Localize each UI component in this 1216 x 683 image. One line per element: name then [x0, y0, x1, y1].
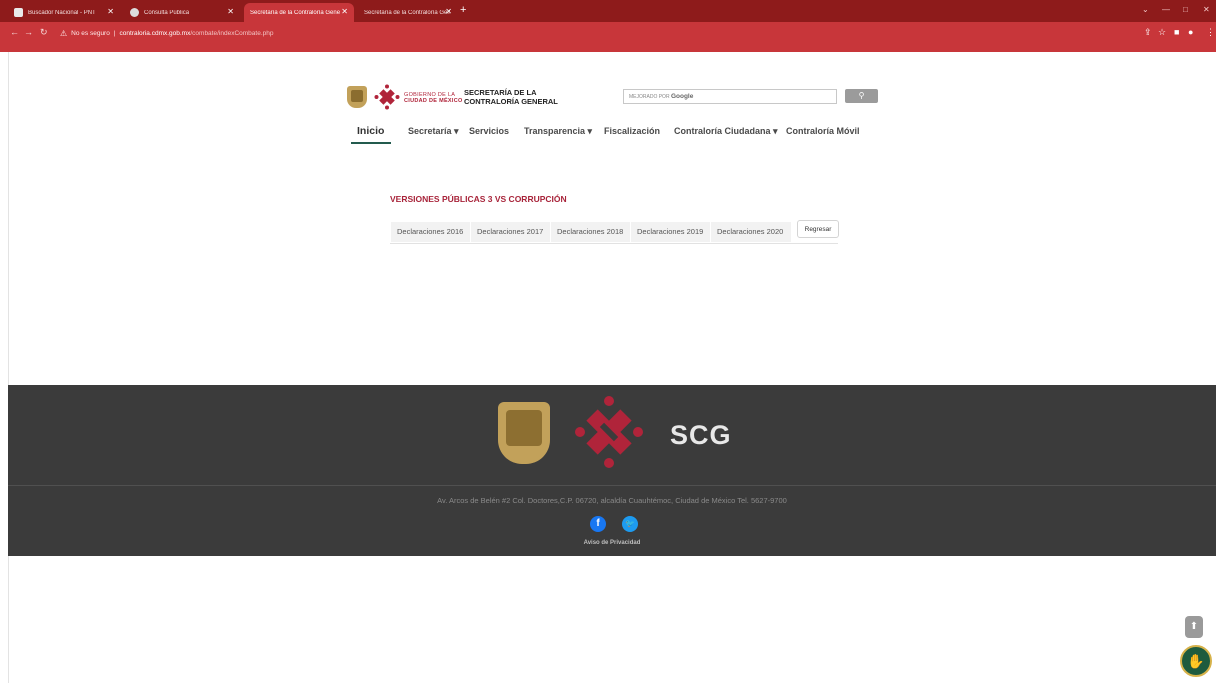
nav-transparencia[interactable]: Transparencia ▾	[524, 126, 592, 137]
tabs-divider	[390, 243, 838, 244]
search-icon: ⚲	[858, 91, 865, 100]
gobierno-cdmx-text: GOBIERNO DE LA CIUDAD DE MÉXICO	[404, 92, 463, 104]
menu-dots-icon[interactable]: ⋮	[1206, 27, 1215, 38]
dropdown-caret-icon: ▾	[585, 126, 593, 136]
back-icon[interactable]: ←	[10, 27, 19, 37]
close-tab-icon[interactable]: ✕	[227, 7, 234, 16]
browser-tab-bar: Buscador Nacional - PNT ✕ Consulta Públi…	[0, 0, 1216, 22]
extension-icon[interactable]: ■	[1174, 27, 1179, 37]
reload-icon[interactable]: ↻	[40, 27, 48, 38]
close-tab-icon[interactable]: ✕	[445, 7, 452, 16]
cdmx-x-logo-icon	[575, 396, 643, 468]
maximize-icon[interactable]: □	[1183, 5, 1188, 14]
forward-icon[interactable]: →	[24, 27, 33, 37]
profile-avatar-icon[interactable]: ●	[1188, 27, 1193, 37]
tab-declaraciones-2018[interactable]: Declaraciones 2018	[551, 222, 630, 242]
new-tab-icon[interactable]: +	[460, 4, 466, 16]
secretaria-title: SECRETARÍA DE LA CONTRALORÍA GENERAL	[464, 88, 558, 106]
browser-tab[interactable]: Secretaría de la Contraloría Gene ✕	[358, 3, 456, 22]
nav-secretaria[interactable]: Secretaría ▾	[408, 126, 459, 137]
tab-declaraciones-2019[interactable]: Declaraciones 2019	[631, 222, 710, 242]
regresar-button[interactable]: Regresar	[797, 220, 839, 238]
globe-favicon-icon	[130, 8, 139, 17]
search-button[interactable]: ⚲	[845, 89, 878, 103]
twitter-icon[interactable]: 🐦	[622, 516, 638, 532]
nav-active-indicator	[351, 142, 391, 144]
footer-divider	[8, 485, 1216, 486]
share-icon[interactable]: ⇪	[1144, 27, 1152, 38]
nav-servicios[interactable]: Servicios	[469, 126, 509, 136]
footer-address: Av. Arcos de Belén #2 Col. Doctores,C.P.…	[437, 496, 787, 505]
address-bar: ← → ↻ ⚠ No es seguro | contraloria.cdmx.…	[0, 22, 1216, 44]
dropdown-caret-icon: ▾	[770, 126, 778, 136]
nav-fiscalizacion[interactable]: Fiscalización	[604, 126, 660, 136]
browser-strip	[0, 44, 1216, 52]
minimize-icon[interactable]: —	[1162, 5, 1170, 14]
hand-icon: ✋	[1187, 653, 1205, 669]
cdmx-x-logo-icon	[374, 84, 400, 110]
pnt-favicon-icon	[14, 8, 23, 17]
browser-tab-active[interactable]: Secretaría de la Contraloría Gene ✕	[244, 3, 354, 22]
facebook-icon[interactable]: f	[590, 516, 606, 532]
dropdown-caret-icon: ▾	[451, 126, 459, 136]
accessibility-button[interactable]: ✋	[1180, 645, 1212, 677]
page-title: VERSIONES PÚBLICAS 3 VS CORRUPCIÓN	[390, 194, 567, 204]
site-search-input[interactable]: MEJORADO POR Google	[623, 89, 837, 104]
privacy-link[interactable]: Aviso de Privacidad	[8, 540, 1216, 546]
tab-declaraciones-2017[interactable]: Declaraciones 2017	[471, 222, 550, 242]
tab-declaraciones-2020[interactable]: Declaraciones 2020	[711, 222, 791, 242]
browser-tab[interactable]: Consulta Pública ✕	[124, 3, 240, 22]
scroll-top-button[interactable]: ⬆	[1185, 616, 1203, 638]
close-window-icon[interactable]: ✕	[1203, 5, 1210, 14]
page-border	[8, 52, 9, 683]
nav-inicio[interactable]: Inicio	[357, 125, 384, 137]
warning-icon: ⚠	[60, 28, 68, 38]
tab-declaraciones-2016[interactable]: Declaraciones 2016	[391, 222, 470, 242]
nav-contraloria-movil[interactable]: Contraloría Móvil	[786, 126, 860, 136]
cdmx-coat-of-arms-icon	[498, 402, 550, 464]
tab-search-icon[interactable]: ⌄	[1142, 5, 1149, 14]
cdmx-coat-of-arms-icon	[347, 86, 367, 108]
nav-contraloria-ciudadana[interactable]: Contraloría Ciudadana ▾	[674, 126, 778, 137]
close-tab-icon[interactable]: ✕	[107, 7, 114, 16]
bookmark-star-icon[interactable]: ☆	[1158, 27, 1166, 38]
scg-wordmark: SCG	[670, 420, 732, 450]
url-field[interactable]: ⚠ No es seguro | contraloria.cdmx.gob.mx…	[60, 25, 1180, 41]
close-tab-icon[interactable]: ✕	[341, 7, 348, 16]
browser-tab[interactable]: Buscador Nacional - PNT ✕	[8, 3, 120, 22]
arrow-up-icon: ⬆	[1189, 621, 1199, 632]
